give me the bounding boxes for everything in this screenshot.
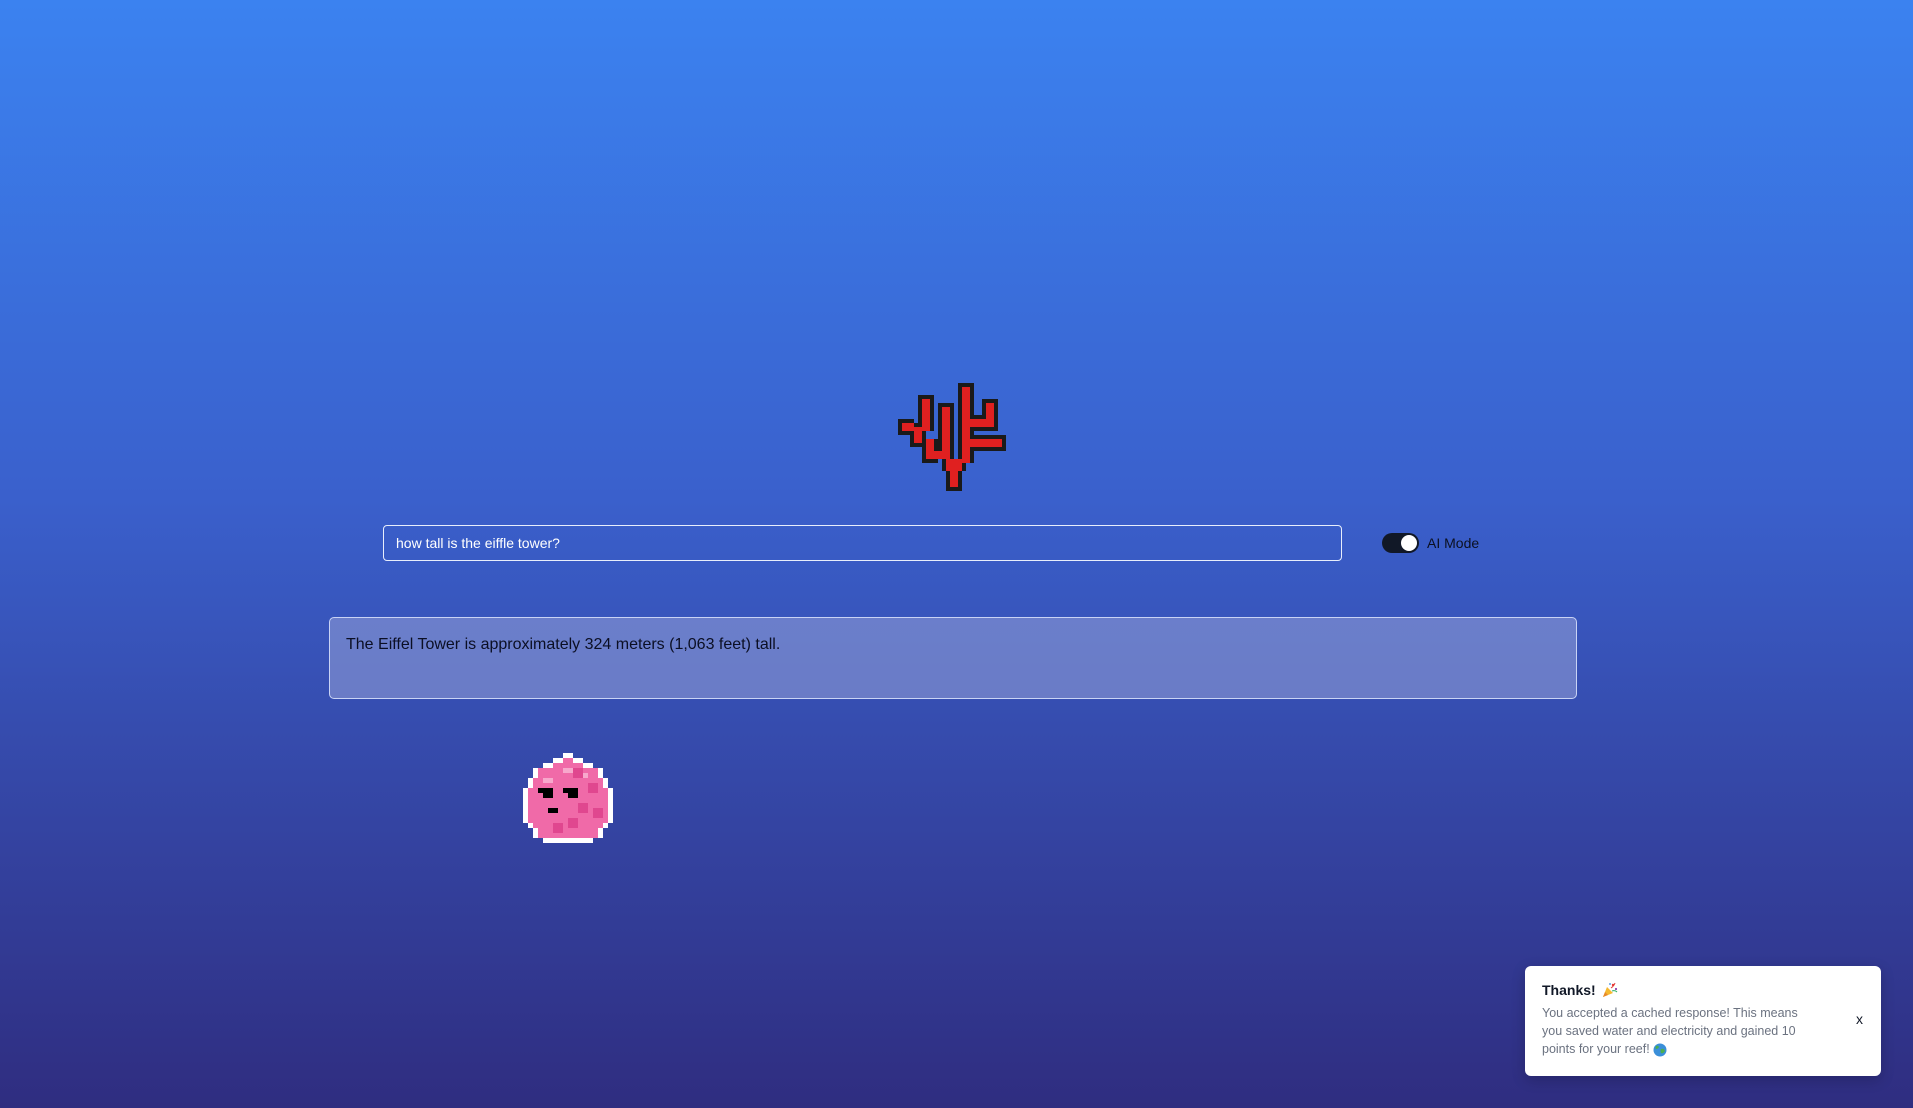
search-row: AI Mode [383,525,1483,561]
ai-mode-label: AI Mode [1427,535,1480,551]
answer-box: The Eiffel Tower is approximately 324 me… [329,617,1577,699]
globe-icon [1653,1043,1667,1057]
search-input[interactable] [383,525,1342,561]
toast-title-row: Thanks! [1542,982,1821,998]
toast-message: You accepted a cached response! This mea… [1542,1006,1798,1056]
toggle-knob [1401,535,1417,551]
ai-mode-toggle[interactable] [1382,533,1419,553]
answer-text: The Eiffel Tower is approximately 324 me… [346,636,781,653]
toast-title: Thanks! [1542,982,1596,998]
coral-icon [898,383,1006,491]
toast-message-row: You accepted a cached response! This mea… [1542,1004,1821,1058]
toast-close-button[interactable]: x [1856,1011,1863,1027]
party-popper-icon [1602,982,1618,997]
pink-fish-icon [523,753,613,843]
toast-notification: Thanks! You accepted a cached response! … [1525,966,1881,1076]
ai-mode-control: AI Mode [1382,533,1479,553]
